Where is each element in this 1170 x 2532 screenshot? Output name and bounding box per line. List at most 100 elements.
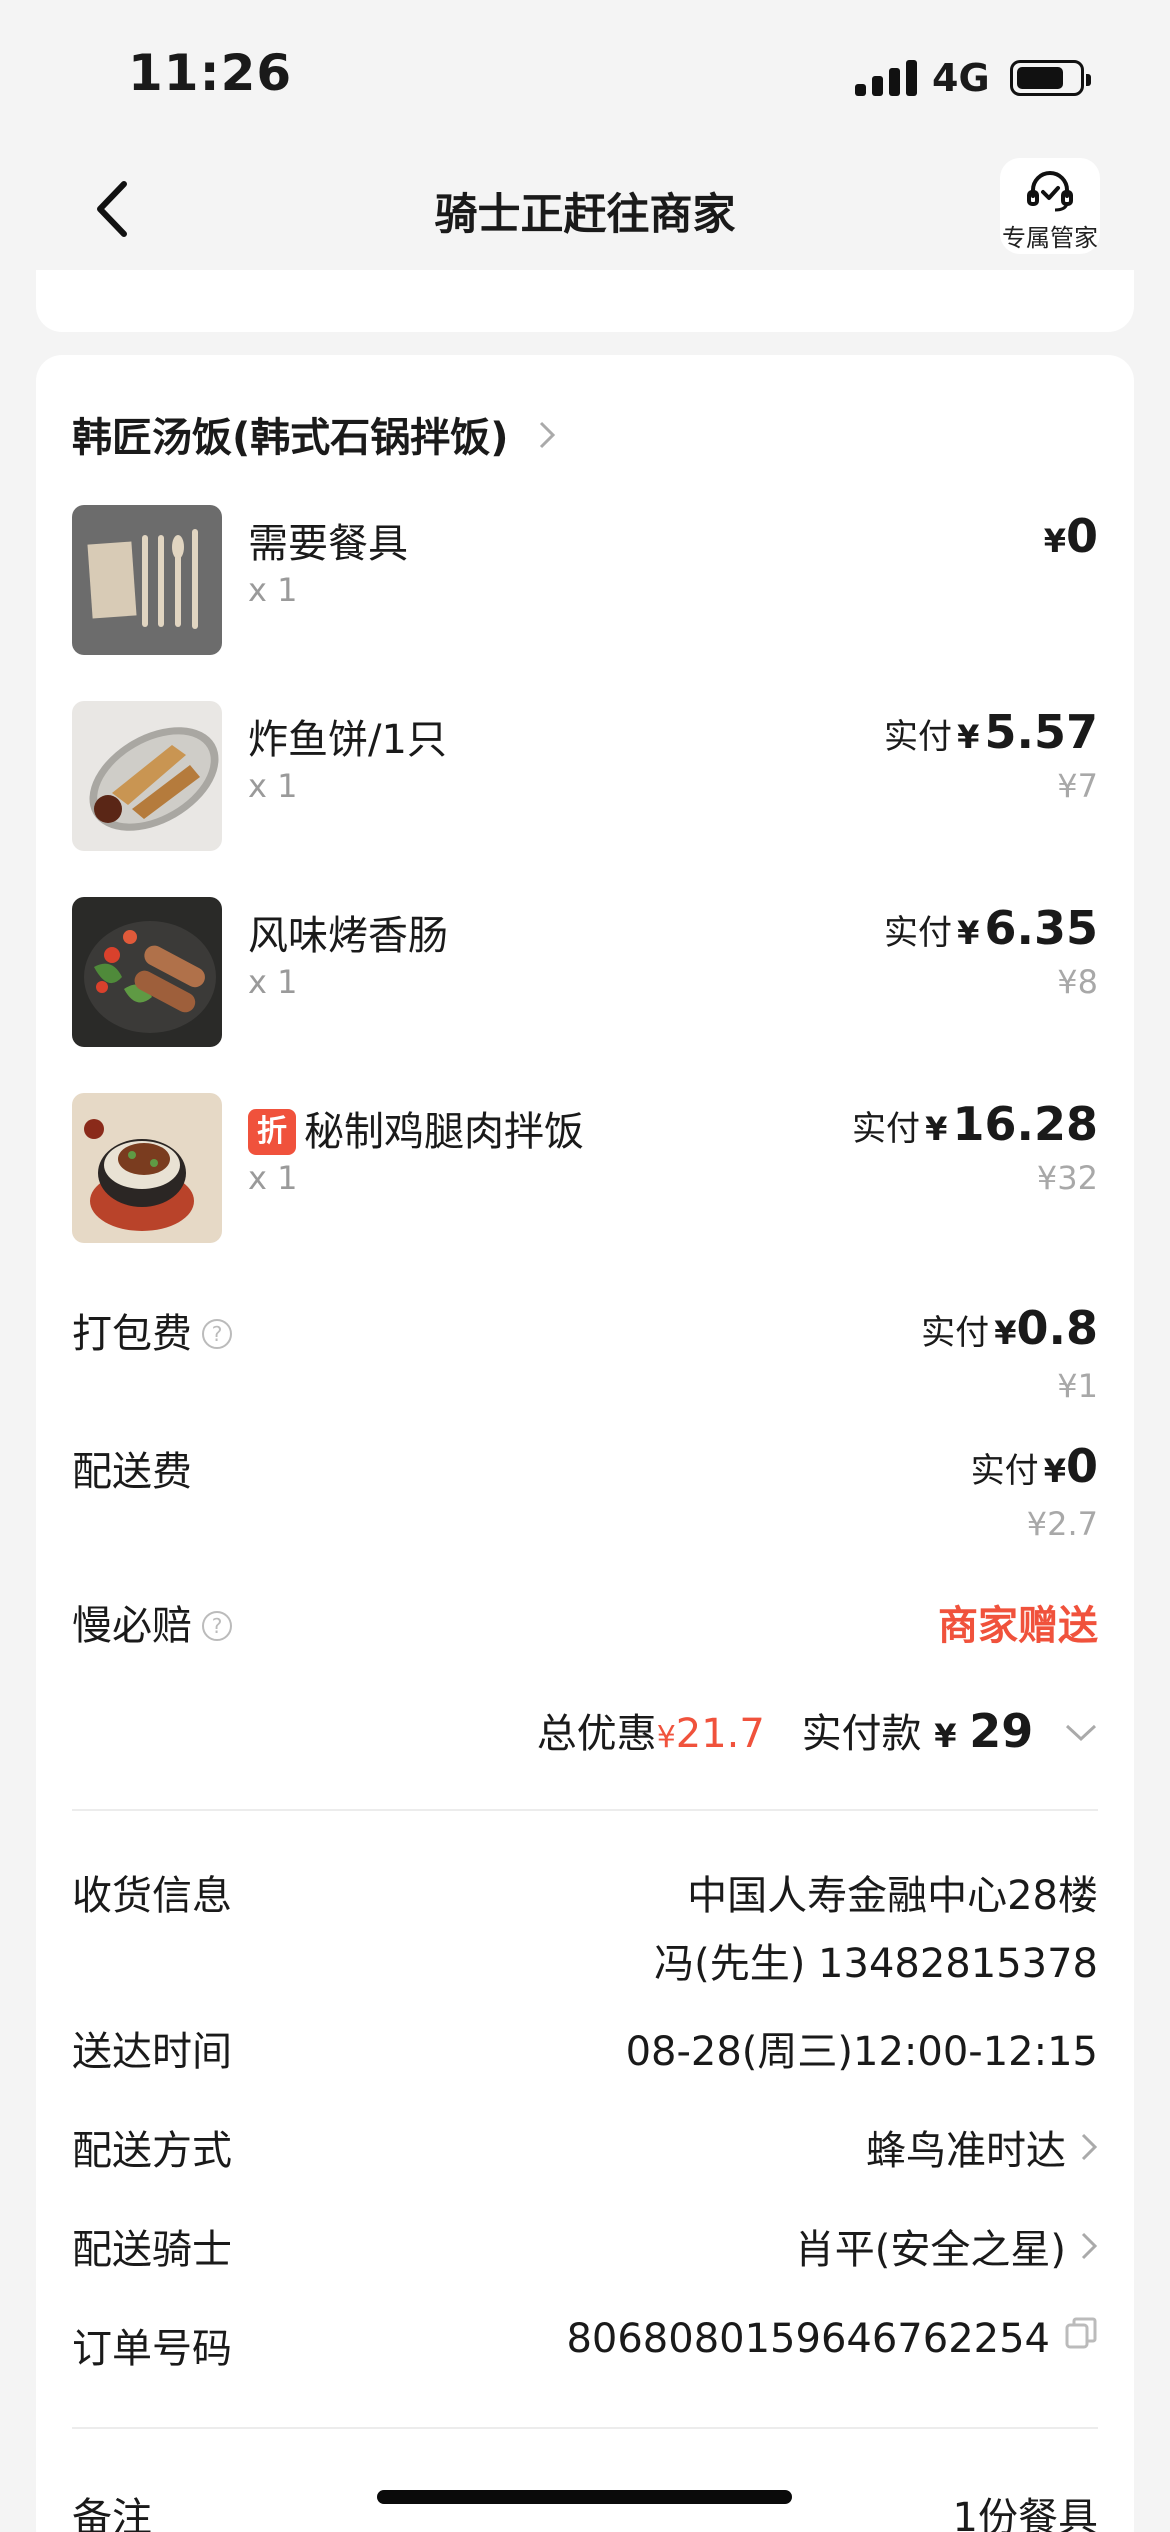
price-amount: 6.35	[984, 901, 1099, 955]
chevron-down-icon	[1065, 1724, 1097, 1742]
help-icon[interactable]: ?	[202, 1611, 232, 1641]
order-number-value: 8068080159646762254	[566, 2316, 1098, 2362]
paid-amount: 29	[969, 1704, 1034, 1758]
currency-symbol: ¥	[1043, 1452, 1066, 1490]
currency-symbol: ¥	[994, 1314, 1017, 1352]
divider	[72, 2427, 1098, 2429]
original-price: ¥1	[1057, 1367, 1098, 1405]
price-amount: 5.57	[984, 705, 1099, 759]
item-image-chicken-rice	[72, 1093, 222, 1243]
network-type: 4G	[932, 56, 990, 100]
paid-label: 实付	[852, 1109, 921, 1149]
status-bar: 11:26 4G	[0, 0, 1170, 150]
info-label: 送达时间	[72, 2029, 232, 2075]
signal-icon	[855, 60, 917, 96]
paid-label: 实付款	[801, 1711, 922, 1757]
service-manager-button[interactable]: 专属管家	[1000, 158, 1100, 254]
delivery-time-row: 送达时间 08-28(周三)12:00-12:15	[72, 2019, 1098, 2079]
rider-value: 肖平(安全之星)	[795, 2217, 1098, 2275]
order-item[interactable]: 需要餐具 x 1 ¥0	[72, 505, 1098, 655]
page-title: 骑士正赶往商家	[434, 190, 736, 240]
late-compensation-row: 慢必赔? 商家赠送	[72, 1593, 1098, 1653]
fee-label: 慢必赔	[72, 1603, 192, 1649]
item-price: 实付 ¥ 5.57	[884, 705, 1098, 759]
fee-label: 打包费	[72, 1311, 192, 1357]
discount-amount: ¥21.7	[657, 1711, 765, 1757]
item-price: 实付 ¥ 6.35	[884, 901, 1098, 955]
chevron-right-icon	[539, 421, 555, 449]
delivery-method-row[interactable]: 配送方式 蜂鸟准时达	[72, 2118, 1098, 2178]
service-label: 专属管家	[1002, 224, 1098, 252]
rider-row[interactable]: 配送骑士 肖平(安全之星)	[72, 2217, 1098, 2277]
info-label: 收货信息	[72, 1873, 232, 1919]
divider	[72, 1809, 1098, 1811]
item-image-cutlery	[72, 505, 222, 655]
fee-label: 配送费	[72, 1449, 192, 1495]
fee-price: 实付 ¥0.8	[921, 1301, 1098, 1355]
shop-name: 韩匠汤饭(韩式石锅拌饭)	[72, 415, 509, 461]
currency-symbol: ¥	[957, 914, 980, 952]
paid-label: 实付	[921, 1313, 990, 1353]
address-value: 中国人寿金融中心28楼 冯(先生) 13482815378	[654, 1863, 1098, 1989]
fee-price: 实付 ¥0	[971, 1439, 1098, 1493]
item-price: 实付 ¥ 16.28	[852, 1097, 1098, 1151]
home-indicator[interactable]	[377, 2490, 792, 2504]
item-name-text: 秘制鸡腿肉拌饭	[304, 1109, 584, 1155]
info-label: 订单号码	[72, 2326, 232, 2372]
packing-fee-row: 打包费? 实付 ¥0.8 ¥1	[72, 1301, 1098, 1421]
info-label: 配送骑士	[72, 2227, 232, 2273]
contact-line: 冯(先生) 13482815378	[654, 1941, 1098, 1987]
price-amount: 0.8	[1016, 1301, 1099, 1355]
delivery-method-value: 蜂鸟准时达	[866, 2118, 1098, 2176]
address-line: 中国人寿金融中心28楼	[687, 1873, 1098, 1919]
item-price: ¥0	[1044, 509, 1098, 563]
original-price: ¥2.7	[1026, 1505, 1098, 1543]
address-row: 收货信息 中国人寿金融中心28楼 冯(先生) 13482815378	[72, 1863, 1098, 1987]
payment-summary[interactable]: 总优惠¥21.7 实付款 ¥ 29	[537, 1701, 1098, 1759]
original-price: ¥8	[1057, 963, 1098, 1001]
order-number: 8068080159646762254	[566, 2316, 1050, 2362]
copy-icon[interactable]	[1050, 2316, 1098, 2362]
order-number-row: 订单号码 8068080159646762254	[72, 2316, 1098, 2376]
note-value: 1份餐具	[952, 2495, 1098, 2532]
chevron-right-icon	[1081, 2133, 1098, 2161]
item-image-fish-cake	[72, 701, 222, 851]
item-qty: x 1	[248, 571, 298, 609]
original-price: ¥32	[1036, 1159, 1098, 1197]
delivery-time-value: 08-28(周三)12:00-12:15	[625, 2029, 1098, 2075]
paid-label: 实付	[884, 913, 953, 953]
price-amount: 16.28	[952, 1097, 1098, 1151]
rider-name: 肖平(安全之星)	[794, 2227, 1066, 2273]
order-item[interactable]: 炸鱼饼/1只 x 1 实付 ¥ 5.57 ¥7	[72, 701, 1098, 851]
nav-bar: 骑士正赶往商家 专属管家	[0, 150, 1170, 270]
status-card-remnant	[36, 270, 1134, 332]
info-label: 配送方式	[72, 2128, 232, 2174]
info-label: 备注	[72, 2495, 152, 2532]
battery-icon	[1010, 60, 1091, 96]
original-price: ¥7	[1057, 767, 1098, 805]
discount-tag: 折	[248, 1109, 296, 1155]
currency-symbol: ¥	[957, 718, 980, 756]
help-icon[interactable]: ?	[202, 1319, 232, 1349]
price-amount: 0	[1065, 509, 1098, 563]
currency-symbol: ¥	[1043, 522, 1066, 560]
item-qty: x 1	[248, 963, 298, 1001]
merchant-gift-label: 商家赠送	[938, 1603, 1098, 1649]
paid-label: 实付	[970, 1451, 1039, 1491]
price-amount: 0	[1065, 1439, 1098, 1493]
currency-symbol: ¥	[925, 1110, 948, 1148]
currency-symbol: ¥	[656, 1720, 676, 1755]
order-item[interactable]: 风味烤香肠 x 1 实付 ¥ 6.35 ¥8	[72, 897, 1098, 1047]
order-item[interactable]: 折秘制鸡腿肉拌饭 x 1 实付 ¥ 16.28 ¥32	[72, 1093, 1098, 1243]
item-name: 炸鱼饼/1只	[248, 717, 447, 763]
discount-value: 21.7	[675, 1711, 765, 1757]
paid-label: 实付	[884, 717, 953, 757]
shop-name-link[interactable]: 韩匠汤饭(韩式石锅拌饭)	[72, 405, 557, 463]
item-name: 需要餐具	[248, 521, 408, 567]
delivery-fee-row: 配送费 实付 ¥0 ¥2.7	[72, 1439, 1098, 1559]
headset-icon	[1027, 171, 1073, 212]
item-qty: x 1	[248, 1159, 298, 1197]
status-time: 11:26	[128, 44, 293, 102]
currency-symbol: ¥	[934, 1717, 957, 1755]
item-qty: x 1	[248, 767, 298, 805]
